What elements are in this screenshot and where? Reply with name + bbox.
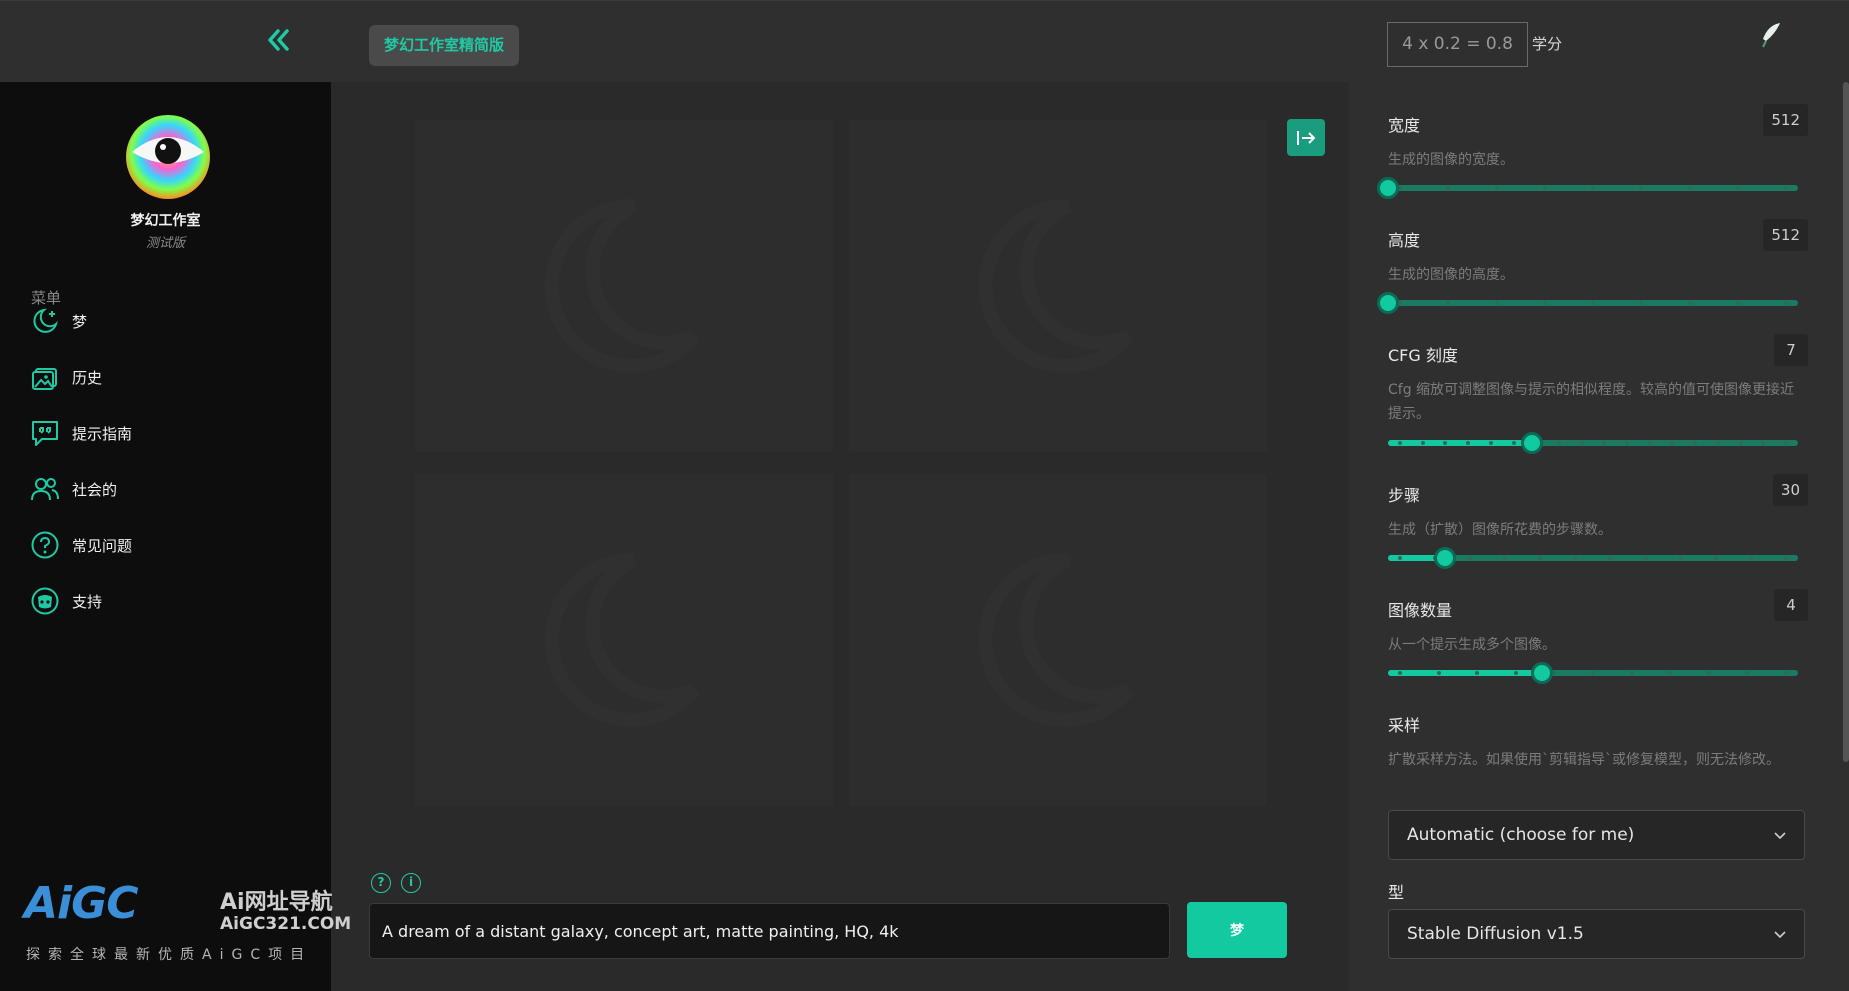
user-avatar-icon[interactable] xyxy=(1760,19,1788,51)
image-placeholder[interactable] xyxy=(849,474,1267,806)
setting-value[interactable]: 30 xyxy=(1772,474,1808,506)
model-select[interactable]: Stable Diffusion v1.5 xyxy=(1388,909,1805,959)
chevron-down-icon xyxy=(1774,832,1786,840)
setting-sampler: 采样 扩散采样方法。如果使用`剪辑指导`或修复模型，则无法修改。 xyxy=(1388,712,1808,772)
sidebar: 梦幻工作室 测试版 菜单 梦 历史 提示指南 社会的 常见问题 支持 xyxy=(0,82,331,991)
setting-description: 从一个提示生成多个图像。 xyxy=(1388,637,1556,653)
info-circle-icon[interactable]: i xyxy=(401,873,421,893)
people-icon xyxy=(28,472,62,506)
image-count-slider[interactable] xyxy=(1388,662,1798,684)
watermark: AiGC Ai网址导航 AiGC321.COM 探索全球最新优质AiGC项目 xyxy=(24,878,384,978)
width-slider[interactable] xyxy=(1377,177,1798,199)
image-gallery-icon xyxy=(28,360,62,394)
select-value: Stable Diffusion v1.5 xyxy=(1407,924,1584,944)
collapse-sidebar-icon[interactable] xyxy=(262,25,296,59)
toggle-settings-panel-button[interactable] xyxy=(1287,119,1325,156)
setting-value[interactable]: 512 xyxy=(1763,104,1808,136)
discord-icon xyxy=(28,584,62,618)
setting-description: 生成的图像的高度。 xyxy=(1388,267,1514,283)
setting-width: 宽度 512 生成的图像的宽度。 xyxy=(1388,104,1808,172)
setting-title: CFG 刻度 xyxy=(1388,346,1458,365)
setting-description: Cfg 缩放可调整图像与提示的相似程度。较高的值可使图像更接近提示。 xyxy=(1388,382,1795,422)
main-canvas: ? i 梦 xyxy=(331,82,1349,991)
panel-arrow-icon xyxy=(1297,130,1316,145)
credits-expression: 4 x 0.2 = 0.8 xyxy=(1387,22,1528,67)
question-circle-icon xyxy=(28,528,62,562)
setting-value[interactable]: 512 xyxy=(1763,219,1808,251)
setting-value[interactable]: 7 xyxy=(1774,334,1808,366)
top-bar: 梦幻工作室精简版 4 x 0.2 = 0.8 学分 xyxy=(0,0,1849,82)
sidebar-item-social[interactable]: 社会的 xyxy=(28,469,308,509)
panel-scrollbar[interactable] xyxy=(1843,82,1849,762)
watermark-logo: AiGC xyxy=(24,878,139,929)
setting-value[interactable]: 4 xyxy=(1774,589,1808,621)
image-placeholder[interactable] xyxy=(415,120,833,452)
setting-title: 采样 xyxy=(1388,716,1421,735)
setting-cfg-scale: CFG 刻度 7 Cfg 缩放可调整图像与提示的相似程度。较高的值可使图像更接近… xyxy=(1388,334,1808,426)
image-placeholder[interactable] xyxy=(849,120,1267,452)
setting-title: 型 xyxy=(1388,883,1405,902)
app-root: 梦幻工作室精简版 4 x 0.2 = 0.8 学分 梦幻工作室 测试版 菜单 梦… xyxy=(0,0,1849,991)
setting-description: 生成的图像的宽度。 xyxy=(1388,152,1514,168)
app-badge: 梦幻工作室精简版 xyxy=(369,25,520,66)
eye-logo-icon xyxy=(118,112,218,202)
setting-description: 扩散采样方法。如果使用`剪辑指导`或修复模型，则无法修改。 xyxy=(1388,752,1780,768)
cfg-slider[interactable] xyxy=(1388,432,1798,454)
setting-title: 图像数量 xyxy=(1388,601,1453,620)
sidebar-item-prompt-guide[interactable]: 提示指南 xyxy=(28,413,308,453)
setting-title: 高度 xyxy=(1388,231,1421,250)
prompt-input[interactable] xyxy=(369,903,1170,959)
setting-title: 宽度 xyxy=(1388,116,1421,135)
setting-image-count: 图像数量 4 从一个提示生成多个图像。 xyxy=(1388,589,1808,657)
sidebar-item-label: 梦 xyxy=(72,312,88,331)
slider-thumb[interactable] xyxy=(1434,547,1457,569)
sidebar-item-label: 提示指南 xyxy=(72,424,133,443)
moon-placeholder-icon xyxy=(978,198,1134,373)
sidebar-item-label: 社会的 xyxy=(72,480,118,499)
moon-placeholder-icon xyxy=(544,552,700,727)
brand-name: 梦幻工作室 xyxy=(130,213,201,229)
setting-title: 步骤 xyxy=(1388,486,1421,505)
moon-stars-icon xyxy=(28,304,62,338)
slider-thumb[interactable] xyxy=(1377,292,1399,314)
watermark-slogan: 探索全球最新优质AiGC项目 xyxy=(26,947,313,963)
sidebar-item-label: 常见问题 xyxy=(72,536,133,555)
select-value: Automatic (choose for me) xyxy=(1407,825,1635,845)
brand-tag: 测试版 xyxy=(145,236,185,251)
watermark-url: AiGC321.COM xyxy=(220,914,352,934)
sidebar-item-label: 支持 xyxy=(72,592,103,611)
sidebar-item-history[interactable]: 历史 xyxy=(28,357,308,397)
moon-placeholder-icon xyxy=(978,552,1134,727)
credits-label: 学分 xyxy=(1532,35,1563,53)
image-placeholder[interactable] xyxy=(415,474,833,806)
dream-button[interactable]: 梦 xyxy=(1187,902,1287,958)
moon-placeholder-icon xyxy=(544,198,700,373)
slider-thumb[interactable] xyxy=(1530,662,1553,684)
height-slider[interactable] xyxy=(1377,292,1798,314)
setting-model: 型 xyxy=(1388,879,1808,903)
setting-steps: 步骤 30 生成（扩散）图像所花费的步骤数。 xyxy=(1388,474,1808,542)
sidebar-item-support[interactable]: 支持 xyxy=(28,581,308,621)
sidebar-item-label: 历史 xyxy=(72,368,103,387)
sidebar-item-faq[interactable]: 常见问题 xyxy=(28,525,308,565)
chevron-down-icon xyxy=(1774,931,1786,939)
quote-bubble-icon xyxy=(28,416,62,450)
slider-thumb[interactable] xyxy=(1520,432,1543,454)
sampler-select[interactable]: Automatic (choose for me) xyxy=(1388,810,1805,860)
steps-slider[interactable] xyxy=(1388,547,1798,569)
slider-thumb[interactable] xyxy=(1377,177,1399,199)
watermark-title: Ai网址导航 xyxy=(220,890,333,915)
settings-panel: 宽度 512 生成的图像的宽度。 高度 512 生成的图像的高度。 CFG 刻度… xyxy=(1349,82,1849,991)
setting-description: 生成（扩散）图像所花费的步骤数。 xyxy=(1388,522,1612,538)
setting-height: 高度 512 生成的图像的高度。 xyxy=(1388,219,1808,287)
sidebar-item-dream[interactable]: 梦 xyxy=(28,301,308,341)
